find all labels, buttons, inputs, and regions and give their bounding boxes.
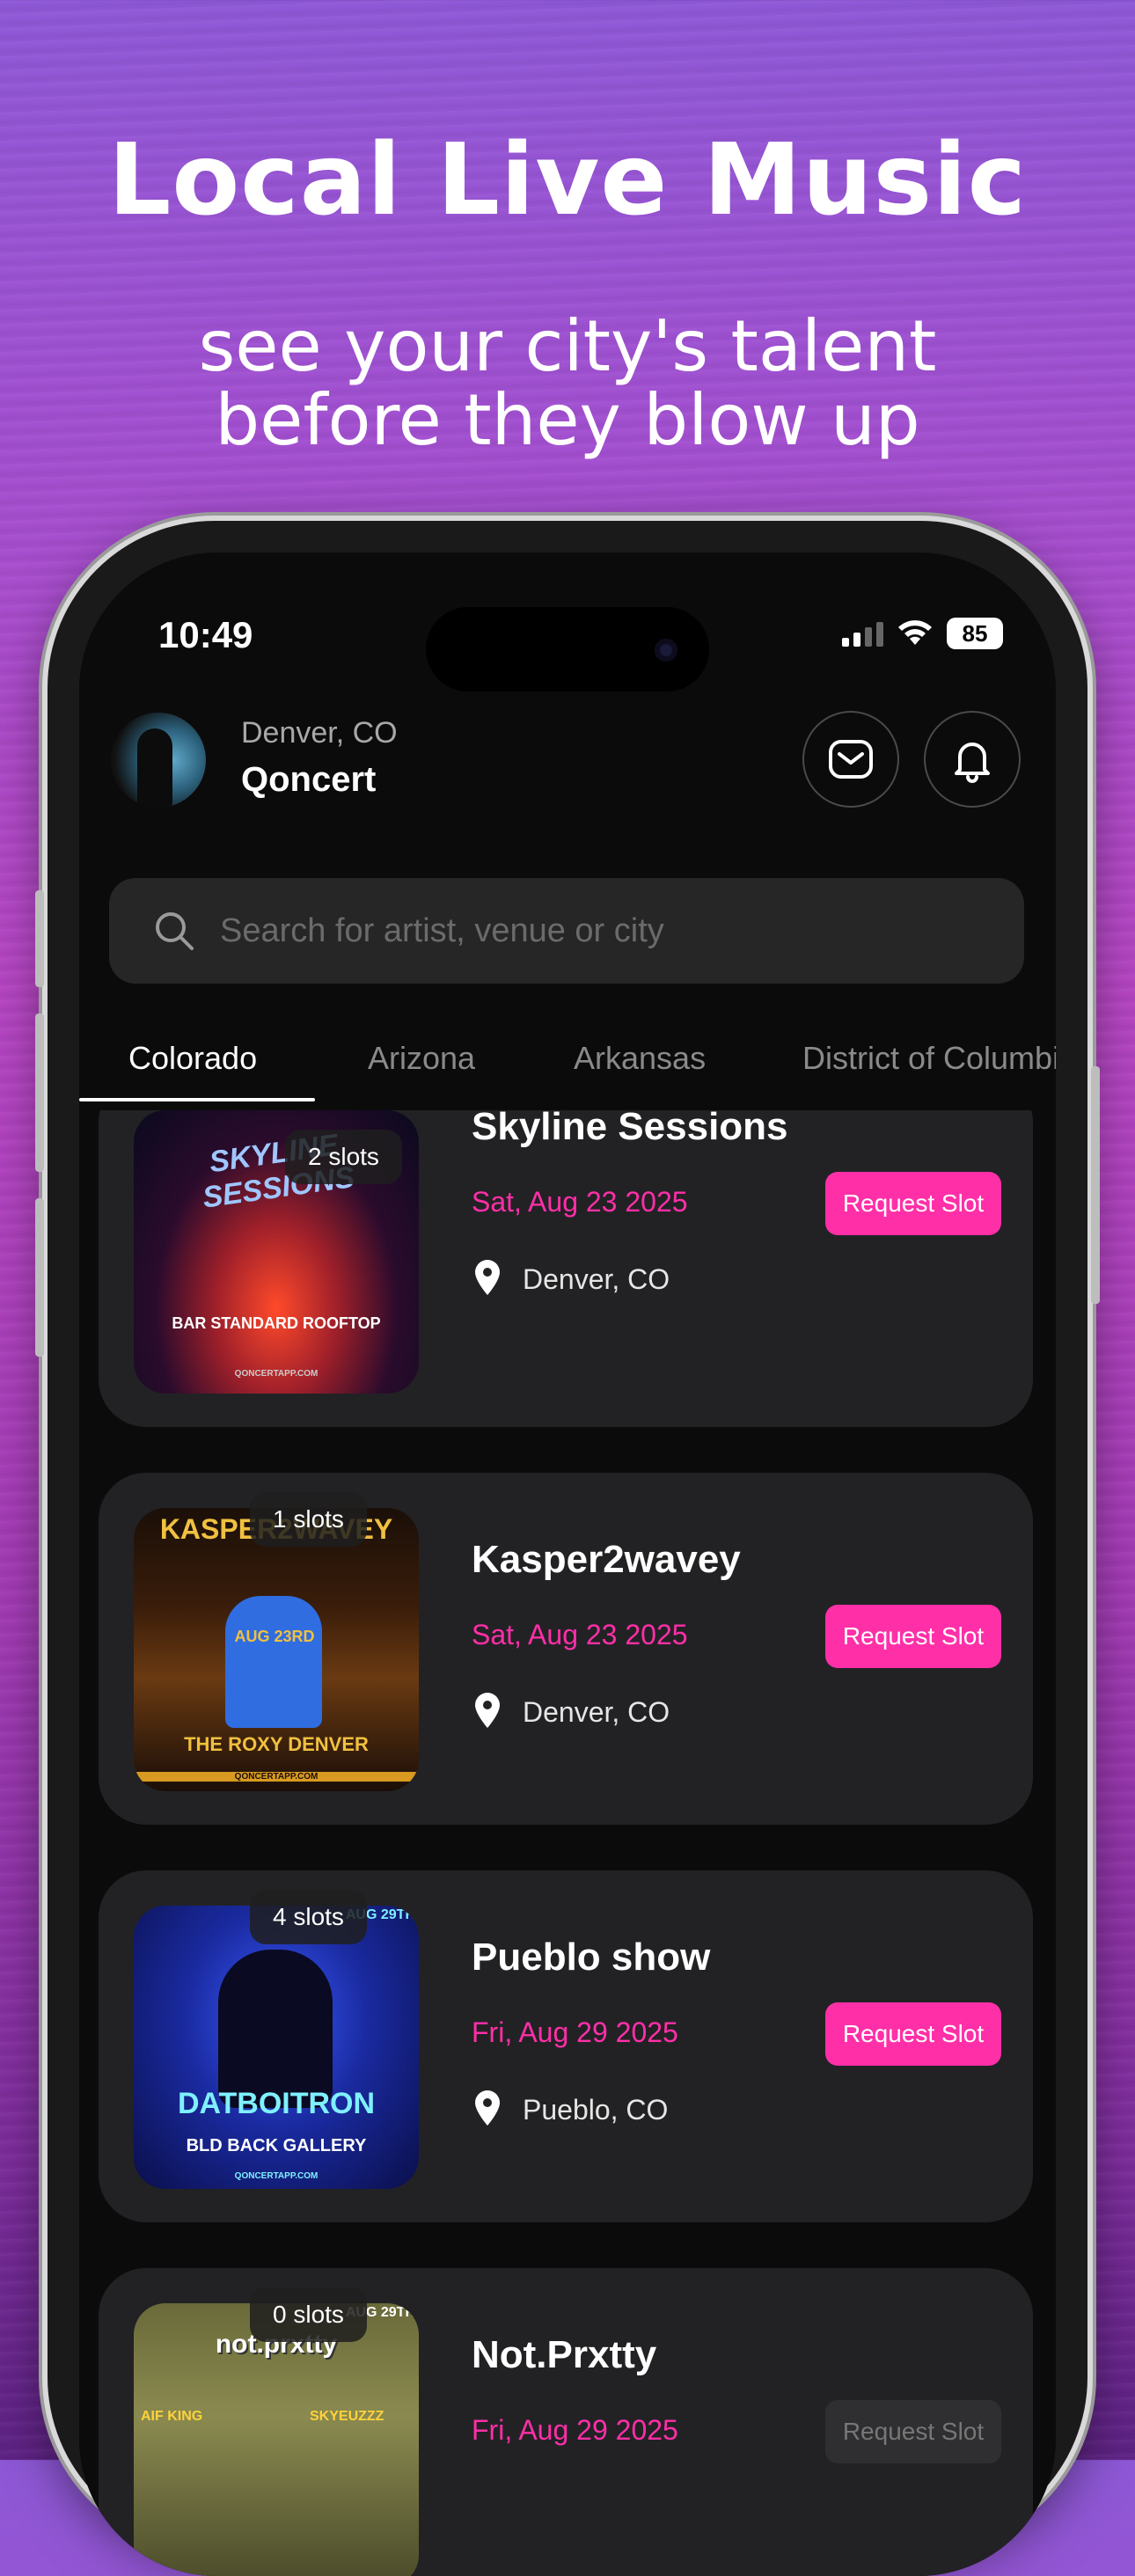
slots-badge: 0 slots bbox=[250, 2287, 367, 2342]
event-card[interactable]: AUG 29TH DATBOITRON BLD BACK GALLERY QON… bbox=[99, 1870, 1033, 2222]
action-button bbox=[35, 890, 44, 987]
hero-subtitle-line-2: before they blow up bbox=[215, 379, 920, 461]
notifications-button[interactable] bbox=[924, 711, 1021, 808]
request-slot-button[interactable]: Request Slot bbox=[825, 2400, 1001, 2463]
avatar[interactable] bbox=[111, 713, 206, 808]
messages-button[interactable] bbox=[802, 711, 899, 808]
search-input[interactable] bbox=[218, 911, 978, 951]
event-location: Denver, CO bbox=[523, 1263, 670, 1295]
event-poster: AUG 29TH DATBOITRON BLD BACK GALLERY QON… bbox=[134, 1906, 419, 2189]
event-date: Sat, Aug 23 2025 bbox=[472, 1619, 688, 1650]
poster-venue: BLD BACK GALLERY bbox=[186, 2136, 367, 2155]
status-icons: 85 bbox=[842, 618, 1003, 649]
event-title: Pueblo show bbox=[472, 1936, 711, 1979]
app-screen: 10:49 85 Denver, CO Qoncert Search for a… bbox=[79, 553, 1056, 2576]
tab-arizona[interactable]: Arizona bbox=[368, 1028, 475, 1103]
poster-figure bbox=[218, 1950, 333, 2108]
active-tab-indicator bbox=[79, 1098, 315, 1101]
phone-frame: 10:49 85 Denver, CO Qoncert Search for a… bbox=[35, 521, 1100, 2576]
hero-subtitle: see your city's talent before they blow … bbox=[0, 310, 1135, 457]
envelope-icon bbox=[829, 740, 873, 779]
hero-subtitle-line-1: see your city's talent bbox=[198, 305, 937, 387]
event-date: Fri, Aug 29 2025 bbox=[472, 2016, 678, 2048]
slots-badge: 4 slots bbox=[250, 1890, 367, 1944]
location-pin-icon bbox=[475, 1693, 500, 1728]
event-location: Pueblo, CO bbox=[523, 2094, 669, 2126]
event-card[interactable]: AUG 29TH not.prxtty AIF KING SKYEUZZZ 0 … bbox=[99, 2268, 1033, 2576]
event-title: Not.Prxtty bbox=[472, 2333, 657, 2376]
event-date: Sat, Aug 23 2025 bbox=[472, 1186, 688, 1218]
poster-date: AUG 23RD bbox=[234, 1628, 315, 1645]
hero-title: Local Live Music bbox=[107, 123, 1027, 238]
poster-headline: DATBOITRON bbox=[177, 2087, 376, 2120]
signal-icon bbox=[842, 620, 883, 647]
request-slot-button[interactable]: Request Slot bbox=[825, 1605, 1001, 1668]
poster-site: QONCERTAPP.COM bbox=[134, 1772, 419, 1782]
location-pin-icon bbox=[475, 1260, 500, 1295]
location-pin-icon bbox=[475, 2090, 500, 2126]
battery-indicator: 85 bbox=[947, 618, 1003, 649]
volume-down-button bbox=[35, 1198, 44, 1357]
poster-right-artist: SKYEUZZZ bbox=[310, 2409, 384, 2424]
event-date: Fri, Aug 29 2025 bbox=[472, 2414, 678, 2446]
poster-left-artist: AIF KING bbox=[141, 2409, 203, 2424]
slots-badge: 1 slots bbox=[250, 1492, 367, 1547]
tab-arkansas[interactable]: Arkansas bbox=[574, 1028, 706, 1103]
event-poster: KASPER2WAVEY AUG 23RD THE ROXY DENVER QO… bbox=[134, 1508, 419, 1791]
search-icon bbox=[156, 912, 194, 950]
event-card[interactable]: SKYLINE SESSIONS BAR STANDARD ROOFTOP QO… bbox=[99, 1110, 1033, 1427]
tab-district-of-columbia[interactable]: District of Columbia bbox=[802, 1028, 1056, 1103]
current-location: Denver, CO bbox=[241, 716, 398, 750]
event-title: Skyline Sessions bbox=[472, 1110, 788, 1148]
status-time: 10:49 bbox=[158, 614, 253, 655]
state-tabs: Colorado Arizona Arkansas District of Co… bbox=[79, 1028, 1056, 1103]
event-poster: AUG 29TH not.prxtty AIF KING SKYEUZZZ bbox=[134, 2303, 419, 2576]
poster-site: QONCERTAPP.COM bbox=[234, 1369, 319, 1379]
event-title: Kasper2wavey bbox=[472, 1538, 741, 1581]
poster-venue: BAR STANDARD ROOFTOP bbox=[172, 1314, 381, 1332]
front-camera bbox=[655, 639, 677, 662]
event-list[interactable]: SKYLINE SESSIONS BAR STANDARD ROOFTOP QO… bbox=[79, 1110, 1056, 2576]
event-location: Denver, CO bbox=[523, 1696, 670, 1728]
tab-colorado[interactable]: Colorado bbox=[128, 1028, 257, 1103]
slots-badge: 2 slots bbox=[285, 1130, 402, 1184]
request-slot-button[interactable]: Request Slot bbox=[825, 1172, 1001, 1235]
wifi-icon bbox=[898, 620, 932, 645]
poster-venue: THE ROXY DENVER bbox=[184, 1733, 369, 1755]
request-slot-button[interactable]: Request Slot bbox=[825, 2002, 1001, 2066]
poster-figure bbox=[225, 1596, 322, 1728]
volume-up-button bbox=[35, 1014, 44, 1172]
poster-site: QONCERTAPP.COM bbox=[234, 2171, 319, 2181]
search-bar[interactable] bbox=[109, 878, 1024, 984]
event-card[interactable]: KASPER2WAVEY AUG 23RD THE ROXY DENVER QO… bbox=[99, 1473, 1033, 1825]
app-name: Qoncert bbox=[241, 760, 377, 799]
power-button bbox=[1091, 1066, 1100, 1304]
bell-icon bbox=[955, 743, 990, 783]
